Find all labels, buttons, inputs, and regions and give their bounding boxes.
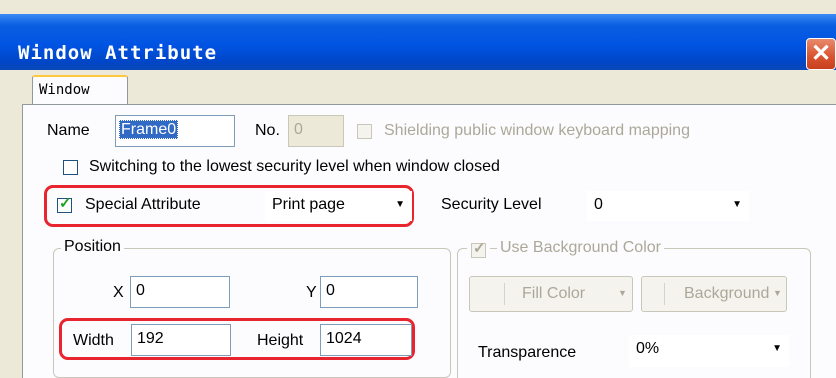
width-label: Width — [73, 332, 114, 349]
background-label: Background — [684, 285, 770, 302]
no-input-value: 0 — [294, 121, 303, 138]
use-background-checkbox[interactable]: ✓ — [471, 240, 486, 258]
chevron-down-icon: ▼ — [395, 199, 405, 210]
special-attribute-value: Print page — [272, 196, 345, 213]
special-attribute-select[interactable]: Print page ▼ — [265, 191, 412, 221]
no-label: No. — [255, 122, 280, 139]
shielding-label: Shielding public window keyboard mapping — [384, 122, 690, 139]
chevron-down-icon: ▼ — [618, 288, 627, 298]
width-input-value: 192 — [137, 330, 164, 347]
name-input-value: Frame0 — [119, 120, 179, 139]
position-group-label: Position — [61, 238, 124, 256]
fill-color-label: Fill Color — [522, 285, 586, 302]
close-button[interactable]: ✕ — [806, 38, 836, 70]
no-input: 0 — [288, 115, 344, 147]
y-input[interactable]: 0 — [320, 276, 418, 308]
special-attribute-label: Special Attribute — [85, 196, 201, 213]
title-bar[interactable]: Window Attribute ✕ — [0, 14, 836, 70]
y-input-value: 0 — [326, 282, 335, 299]
check-icon: ✓ — [473, 240, 486, 257]
x-input-value: 0 — [136, 282, 145, 299]
height-input[interactable]: 1024 — [320, 324, 412, 356]
switching-security-checkbox[interactable] — [63, 160, 78, 175]
chevron-down-icon: ▼ — [773, 288, 782, 298]
security-level-select[interactable]: 0 ▼ — [587, 191, 749, 221]
transparence-label: Transparence — [478, 344, 577, 361]
switching-security-label: Switching to the lowest security level w… — [89, 158, 500, 175]
check-icon: ✓ — [59, 195, 72, 212]
security-level-label: Security Level — [441, 196, 542, 213]
chevron-down-icon: ▼ — [772, 343, 782, 354]
security-level-value: 0 — [594, 196, 603, 213]
special-attribute-checkbox[interactable]: ✓ — [57, 195, 72, 213]
tab-strip: Window — [20, 73, 836, 106]
y-label: Y — [306, 284, 317, 301]
fill-color-button[interactable]: Fill Color ▼ — [469, 276, 633, 312]
window-attribute-dialog: Window Attribute ✕ Window Name Frame0 No… — [0, 0, 836, 378]
background-button[interactable]: Background ▼ — [641, 276, 787, 312]
name-input[interactable]: Frame0 — [115, 115, 235, 147]
height-label: Height — [257, 332, 304, 349]
width-input[interactable]: 192 — [131, 324, 231, 356]
tab-window[interactable]: Window — [32, 75, 128, 105]
chevron-down-icon: ▼ — [732, 199, 742, 210]
use-background-label: Use Background Color — [497, 239, 664, 257]
height-input-value: 1024 — [326, 330, 362, 347]
tab-panel-window: Name Frame0 No. 0 Shielding public windo… — [22, 104, 836, 378]
x-input[interactable]: 0 — [130, 276, 230, 308]
x-label: X — [113, 284, 124, 301]
transparence-value: 0% — [636, 340, 660, 357]
window-title: Window Attribute — [18, 42, 218, 64]
name-label: Name — [47, 122, 90, 139]
shielding-checkbox[interactable] — [357, 124, 372, 139]
transparence-select[interactable]: 0% ▼ — [629, 335, 789, 367]
